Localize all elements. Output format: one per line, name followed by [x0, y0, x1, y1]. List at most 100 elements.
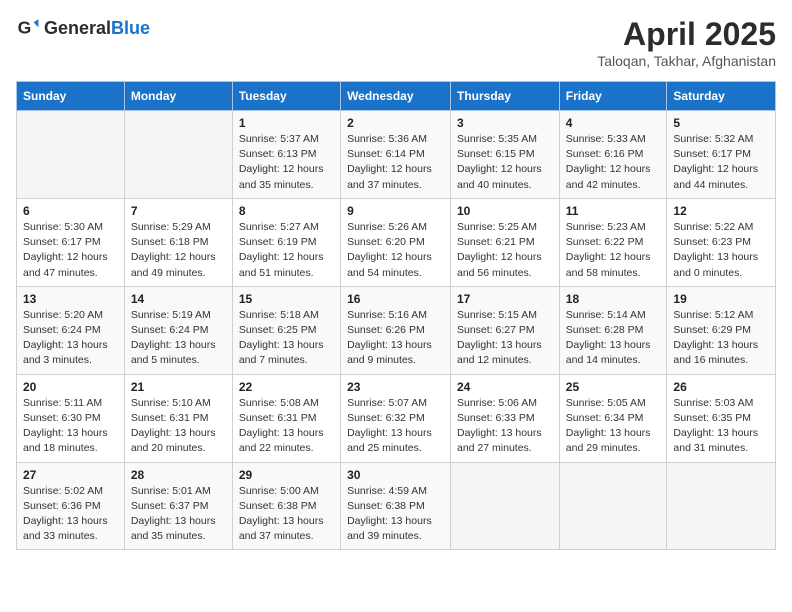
calendar-day-cell: 25 Sunrise: 5:05 AM Sunset: 6:34 PM Dayli…: [559, 374, 667, 462]
day-number: 9: [347, 204, 444, 218]
day-number: 14: [131, 292, 226, 306]
day-info: Sunrise: 5:26 AM Sunset: 6:20 PM Dayligh…: [347, 220, 444, 281]
calendar-day-cell: 7 Sunrise: 5:29 AM Sunset: 6:18 PM Daylig…: [124, 198, 232, 286]
calendar-day-cell: [17, 111, 125, 199]
day-info: Sunrise: 5:05 AM Sunset: 6:34 PM Dayligh…: [566, 396, 661, 457]
calendar-day-cell: 23Sunrise: 5:07 AM Sunset: 6:32 PM Dayli…: [341, 374, 451, 462]
calendar-day-cell: 8Sunrise: 5:27 AM Sunset: 6:19 PM Daylig…: [232, 198, 340, 286]
day-number: 2: [347, 116, 444, 130]
calendar-day-cell: 11 Sunrise: 5:23 AM Sunset: 6:22 PM Dayli…: [559, 198, 667, 286]
day-info: Sunrise: 5:06 AM Sunset: 6:33 PM Dayligh…: [457, 396, 553, 457]
day-number: 11: [566, 204, 661, 218]
day-number: 6: [23, 204, 118, 218]
calendar-week-row: 27 Sunrise: 5:02 AM Sunset: 6:36 PM Dayli…: [17, 462, 776, 550]
calendar-day-cell: 13 Sunrise: 5:20 AM Sunset: 6:24 PM Dayli…: [17, 286, 125, 374]
day-number: 4: [566, 116, 661, 130]
day-info: Sunrise: 5:01 AM Sunset: 6:37 PM Dayligh…: [131, 484, 226, 545]
calendar-day-cell: 22 Sunrise: 5:08 AM Sunset: 6:31 PM Dayli…: [232, 374, 340, 462]
day-info: Sunrise: 5:20 AM Sunset: 6:24 PM Dayligh…: [23, 308, 118, 369]
day-number: 27: [23, 468, 118, 482]
day-info: Sunrise: 5:30 AM Sunset: 6:17 PM Dayligh…: [23, 220, 118, 281]
calendar-day-cell: 1 Sunrise: 5:37 AM Sunset: 6:13 PM Daylig…: [232, 111, 340, 199]
calendar-day-cell: 15 Sunrise: 5:18 AM Sunset: 6:25 PM Dayli…: [232, 286, 340, 374]
day-info: Sunrise: 5:37 AM Sunset: 6:13 PM Dayligh…: [239, 132, 334, 193]
calendar-day-cell: 10Sunrise: 5:25 AM Sunset: 6:21 PM Dayli…: [451, 198, 560, 286]
day-number: 1: [239, 116, 334, 130]
day-info: Sunrise: 5:23 AM Sunset: 6:22 PM Dayligh…: [566, 220, 661, 281]
calendar-day-cell: 19Sunrise: 5:12 AM Sunset: 6:29 PM Dayli…: [667, 286, 776, 374]
calendar-body: 1 Sunrise: 5:37 AM Sunset: 6:13 PM Daylig…: [17, 111, 776, 550]
calendar-day-cell: [124, 111, 232, 199]
calendar-day-cell: 30 Sunrise: 4:59 AM Sunset: 6:38 PM Dayli…: [341, 462, 451, 550]
weekday-header-cell: Friday: [559, 82, 667, 111]
calendar-day-cell: 28 Sunrise: 5:01 AM Sunset: 6:37 PM Dayli…: [124, 462, 232, 550]
calendar-week-row: 1 Sunrise: 5:37 AM Sunset: 6:13 PM Daylig…: [17, 111, 776, 199]
day-info: Sunrise: 5:16 AM Sunset: 6:26 PM Dayligh…: [347, 308, 444, 369]
day-number: 17: [457, 292, 553, 306]
calendar-day-cell: [451, 462, 560, 550]
logo-general-text: General: [44, 18, 111, 38]
day-info: Sunrise: 4:59 AM Sunset: 6:38 PM Dayligh…: [347, 484, 444, 545]
weekday-header-cell: Monday: [124, 82, 232, 111]
day-number: 10: [457, 204, 553, 218]
calendar-week-row: 13 Sunrise: 5:20 AM Sunset: 6:24 PM Dayli…: [17, 286, 776, 374]
calendar-day-cell: 16 Sunrise: 5:16 AM Sunset: 6:26 PM Dayli…: [341, 286, 451, 374]
calendar-day-cell: 5 Sunrise: 5:32 AM Sunset: 6:17 PM Daylig…: [667, 111, 776, 199]
calendar-day-cell: 20 Sunrise: 5:11 AM Sunset: 6:30 PM Dayli…: [17, 374, 125, 462]
day-number: 19: [673, 292, 769, 306]
day-number: 21: [131, 380, 226, 394]
day-number: 3: [457, 116, 553, 130]
day-number: 13: [23, 292, 118, 306]
day-info: Sunrise: 5:36 AM Sunset: 6:14 PM Dayligh…: [347, 132, 444, 193]
svg-text:G: G: [18, 18, 32, 38]
calendar-day-cell: 6 Sunrise: 5:30 AM Sunset: 6:17 PM Daylig…: [17, 198, 125, 286]
day-info: Sunrise: 5:10 AM Sunset: 6:31 PM Dayligh…: [131, 396, 226, 457]
logo-blue-text: Blue: [111, 18, 150, 38]
day-number: 24: [457, 380, 553, 394]
calendar-day-cell: 4Sunrise: 5:33 AM Sunset: 6:16 PM Daylig…: [559, 111, 667, 199]
title-section: April 2025 Taloqan, Takhar, Afghanistan: [597, 16, 776, 69]
day-number: 20: [23, 380, 118, 394]
day-info: Sunrise: 5:32 AM Sunset: 6:17 PM Dayligh…: [673, 132, 769, 193]
day-info: Sunrise: 5:11 AM Sunset: 6:30 PM Dayligh…: [23, 396, 118, 457]
calendar-day-cell: 24 Sunrise: 5:06 AM Sunset: 6:33 PM Dayli…: [451, 374, 560, 462]
calendar-day-cell: 3Sunrise: 5:35 AM Sunset: 6:15 PM Daylig…: [451, 111, 560, 199]
day-number: 30: [347, 468, 444, 482]
day-number: 22: [239, 380, 334, 394]
calendar-day-cell: 14 Sunrise: 5:19 AM Sunset: 6:24 PM Dayli…: [124, 286, 232, 374]
weekday-header-cell: Sunday: [17, 82, 125, 111]
day-info: Sunrise: 5:22 AM Sunset: 6:23 PM Dayligh…: [673, 220, 769, 281]
location-subtitle: Taloqan, Takhar, Afghanistan: [597, 53, 776, 69]
logo: G GeneralBlue: [16, 16, 150, 40]
day-info: Sunrise: 5:14 AM Sunset: 6:28 PM Dayligh…: [566, 308, 661, 369]
day-number: 23: [347, 380, 444, 394]
day-number: 29: [239, 468, 334, 482]
calendar-day-cell: 27 Sunrise: 5:02 AM Sunset: 6:36 PM Dayli…: [17, 462, 125, 550]
day-number: 12: [673, 204, 769, 218]
calendar-day-cell: 17Sunrise: 5:15 AM Sunset: 6:27 PM Dayli…: [451, 286, 560, 374]
day-info: Sunrise: 5:08 AM Sunset: 6:31 PM Dayligh…: [239, 396, 334, 457]
logo-icon: G: [16, 16, 40, 40]
calendar-day-cell: 26Sunrise: 5:03 AM Sunset: 6:35 PM Dayli…: [667, 374, 776, 462]
day-number: 15: [239, 292, 334, 306]
calendar-day-cell: 2 Sunrise: 5:36 AM Sunset: 6:14 PM Daylig…: [341, 111, 451, 199]
day-number: 8: [239, 204, 334, 218]
calendar-day-cell: [667, 462, 776, 550]
weekday-header-cell: Wednesday: [341, 82, 451, 111]
calendar-day-cell: 9 Sunrise: 5:26 AM Sunset: 6:20 PM Daylig…: [341, 198, 451, 286]
day-number: 7: [131, 204, 226, 218]
calendar-day-cell: [559, 462, 667, 550]
day-info: Sunrise: 5:02 AM Sunset: 6:36 PM Dayligh…: [23, 484, 118, 545]
day-number: 28: [131, 468, 226, 482]
day-number: 5: [673, 116, 769, 130]
weekday-header-cell: Saturday: [667, 82, 776, 111]
calendar-day-cell: 12 Sunrise: 5:22 AM Sunset: 6:23 PM Dayli…: [667, 198, 776, 286]
calendar-week-row: 20 Sunrise: 5:11 AM Sunset: 6:30 PM Dayli…: [17, 374, 776, 462]
day-info: Sunrise: 5:19 AM Sunset: 6:24 PM Dayligh…: [131, 308, 226, 369]
calendar-week-row: 6 Sunrise: 5:30 AM Sunset: 6:17 PM Daylig…: [17, 198, 776, 286]
day-info: Sunrise: 5:29 AM Sunset: 6:18 PM Dayligh…: [131, 220, 226, 281]
weekday-header-row: SundayMondayTuesdayWednesdayThursdayFrid…: [17, 82, 776, 111]
day-number: 25: [566, 380, 661, 394]
day-info: Sunrise: 5:18 AM Sunset: 6:25 PM Dayligh…: [239, 308, 334, 369]
day-number: 16: [347, 292, 444, 306]
